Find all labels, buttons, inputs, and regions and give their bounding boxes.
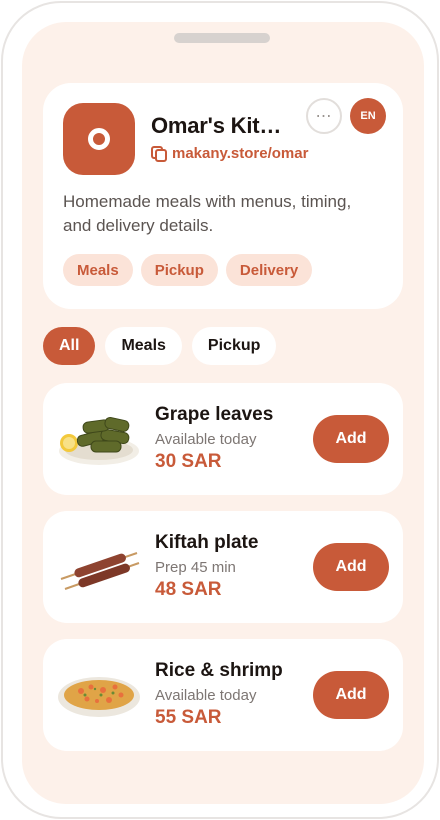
store-description: Homemade meals with menus, timing, and d… bbox=[63, 192, 352, 235]
product-price: 55 SAR bbox=[155, 707, 222, 728]
language-button[interactable]: EN bbox=[350, 98, 386, 134]
filter-chip-pickup[interactable]: Pickup bbox=[191, 327, 277, 365]
store-link[interactable]: makany.store/omar bbox=[151, 145, 308, 162]
product-price: 48 SAR bbox=[155, 579, 222, 600]
filter-chip-all[interactable]: All bbox=[43, 327, 96, 365]
grape-leaves-image bbox=[59, 417, 139, 465]
store-profile-card: Omar's Kitchen makany.store/omar ⋯ EN Ho… bbox=[43, 83, 403, 309]
product-availability: Available today bbox=[155, 687, 257, 704]
product-name: Kiftah plate bbox=[155, 532, 259, 553]
filter-chip-meals[interactable]: Meals bbox=[105, 327, 182, 365]
app-screen: Omar's Kitchen makany.store/omar ⋯ EN Ho… bbox=[22, 22, 424, 804]
product-prep-time: Prep 45 min bbox=[155, 559, 236, 576]
add-to-cart-button[interactable]: Add bbox=[313, 415, 389, 463]
product-card[interactable]: Grape leaves Available today 30 SAR Add bbox=[43, 383, 403, 495]
copy-link-icon bbox=[151, 145, 167, 162]
tag-meals: Meals bbox=[63, 254, 133, 286]
store-logo bbox=[63, 103, 135, 175]
add-to-cart-button[interactable]: Add bbox=[313, 543, 389, 591]
kofta-skewers-image bbox=[60, 552, 140, 590]
product-availability: Available today bbox=[155, 431, 257, 448]
product-price: 30 SAR bbox=[155, 451, 222, 472]
add-to-cart-button[interactable]: Add bbox=[313, 671, 389, 719]
store-link-text: makany.store/omar bbox=[172, 145, 309, 162]
tag-delivery: Delivery bbox=[225, 254, 313, 286]
notch bbox=[174, 33, 270, 43]
tag-pickup: Pickup bbox=[140, 254, 218, 286]
product-card[interactable]: Kiftah plate Prep 45 min 48 SAR Add bbox=[43, 511, 403, 623]
more-options-button[interactable]: ⋯ bbox=[306, 98, 342, 134]
phone-frame: Omar's Kitchen makany.store/omar ⋯ EN Ho… bbox=[1, 1, 439, 819]
logo-ring-icon bbox=[88, 128, 110, 150]
filter-chips: All Meals Pickup bbox=[43, 327, 277, 365]
store-name: Omar's Kitchen bbox=[151, 113, 291, 138]
product-card[interactable]: Rice & shrimp Available today 55 SAR Add bbox=[43, 639, 403, 751]
product-name: Rice & shrimp bbox=[155, 660, 283, 681]
more-horizontal-icon: ⋯ bbox=[315, 108, 333, 125]
product-name: Grape leaves bbox=[155, 404, 274, 425]
store-tags: Meals Pickup Delivery bbox=[63, 254, 313, 286]
rice-shrimp-image bbox=[58, 677, 140, 717]
